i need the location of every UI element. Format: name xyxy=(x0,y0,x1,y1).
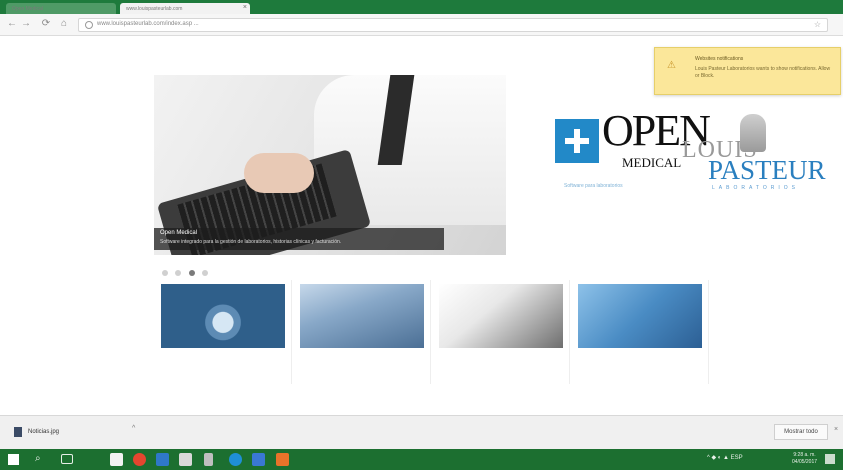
hero-slider[interactable]: Open Medical Software integrado para la … xyxy=(154,75,506,255)
pasteur-bust-icon xyxy=(740,114,766,152)
clock-time: 9:28 a. m. xyxy=(793,452,816,458)
hero-caption: Open Medical Software integrado para la … xyxy=(154,228,444,250)
page-content: Open Medical Software integrado para la … xyxy=(0,37,843,415)
forward-icon[interactable]: → xyxy=(20,18,32,30)
browser-toolbar: ← → ⟳ ⌂ www.louispasteurlab.com/index.as… xyxy=(0,14,843,36)
laptop-image[interactable] xyxy=(439,284,563,348)
slider-dot-active[interactable] xyxy=(188,270,195,276)
surgery-image[interactable] xyxy=(578,284,702,348)
thumbnail-cards xyxy=(155,280,709,390)
warning-icon: ⚠ xyxy=(667,60,676,71)
card-caption xyxy=(578,356,702,376)
store-icon[interactable] xyxy=(252,453,265,466)
shield-icon[interactable] xyxy=(179,453,192,466)
system-tray[interactable]: ^ ◆ ◐ ▲ ESP xyxy=(707,454,743,461)
windows-taskbar: ⌕ ^ ◆ ◐ ▲ ESP 9:28 a. m. 04/05/2017 xyxy=(0,449,843,470)
tab-open-medical[interactable]: Open Medical xyxy=(6,3,116,14)
plus-vertical xyxy=(574,129,580,153)
search-icon[interactable]: ⌕ xyxy=(35,453,41,464)
card-laptop[interactable] xyxy=(433,280,570,384)
address-bar[interactable]: www.louispasteurlab.com/index.asp ... ☆ xyxy=(78,18,828,32)
tab-strip: Open Medical www.louispasteurlab.com × xyxy=(0,0,843,14)
louis-pasteur-logo-pasteur[interactable]: PASTEUR xyxy=(708,155,826,186)
file-icon xyxy=(14,427,22,437)
download-bar: Noticias.jpg ^ Mostrar todo × xyxy=(0,415,843,449)
notification-popup[interactable]: ⚠ Websites notifications Louis Pasteur L… xyxy=(654,47,841,95)
hero-caption-title: Open Medical xyxy=(160,230,198,236)
hero-hand xyxy=(244,153,314,193)
stethoscope-image[interactable] xyxy=(161,284,285,348)
slider-dot[interactable] xyxy=(202,270,209,276)
bookmark-star-icon[interactable]: ☆ xyxy=(814,20,821,29)
reload-icon[interactable]: ⟳ xyxy=(40,18,52,30)
hero-caption-text: Software integrado para la gestión de la… xyxy=(160,239,342,245)
open-medical-plus-icon[interactable] xyxy=(555,119,599,163)
edge-icon[interactable] xyxy=(229,453,242,466)
tab-louis-pasteur[interactable]: www.louispasteurlab.com × xyxy=(120,3,250,14)
file-explorer-icon[interactable] xyxy=(110,453,123,466)
chrome-icon[interactable] xyxy=(133,453,146,466)
download-item[interactable]: Noticias.jpg xyxy=(8,422,128,444)
card-caption xyxy=(300,356,424,376)
action-center-icon[interactable] xyxy=(825,454,835,464)
card-stethoscope[interactable] xyxy=(155,280,292,384)
app-icon-orange[interactable] xyxy=(276,453,289,466)
download-options-chevron-icon[interactable]: ^ xyxy=(132,425,135,432)
card-lab-equipment[interactable] xyxy=(294,280,431,384)
slider-dots xyxy=(162,263,211,276)
pin-icon[interactable] xyxy=(204,453,213,466)
lab-equipment-image[interactable] xyxy=(300,284,424,348)
card-surgery[interactable] xyxy=(572,280,709,384)
info-icon[interactable] xyxy=(85,21,93,29)
back-icon[interactable]: ← xyxy=(6,18,18,30)
app-icon-blue[interactable] xyxy=(156,453,169,466)
show-all-downloads-button[interactable]: Mostrar todo xyxy=(774,424,828,440)
address-text: www.louispasteurlab.com/index.asp ... xyxy=(97,21,199,27)
louis-pasteur-logo-laboratorios: LABORATORIOS xyxy=(712,185,799,191)
clock[interactable]: 9:28 a. m. 04/05/2017 xyxy=(792,452,817,466)
slider-dot[interactable] xyxy=(175,270,182,276)
clock-date: 04/05/2017 xyxy=(792,459,818,465)
start-icon[interactable] xyxy=(8,454,19,465)
download-bar-close-icon[interactable]: × xyxy=(834,426,838,433)
card-caption xyxy=(161,356,285,376)
screen: Open Medical www.louispasteurlab.com × ←… xyxy=(0,0,843,470)
open-medical-tagline: Software para laboratorios xyxy=(564,183,623,189)
home-icon[interactable]: ⌂ xyxy=(58,18,70,30)
notification-title: Websites notifications xyxy=(695,56,744,62)
notification-text: Louis Pasteur Laboratorios wants to show… xyxy=(695,66,831,79)
open-medical-logo-subtext: MEDICAL xyxy=(622,155,682,170)
slider-dot[interactable] xyxy=(162,270,168,276)
tab-close-icon[interactable]: × xyxy=(243,4,247,11)
task-view-icon[interactable] xyxy=(61,454,73,464)
download-file-name: Noticias.jpg xyxy=(28,429,60,435)
card-caption xyxy=(439,356,563,376)
